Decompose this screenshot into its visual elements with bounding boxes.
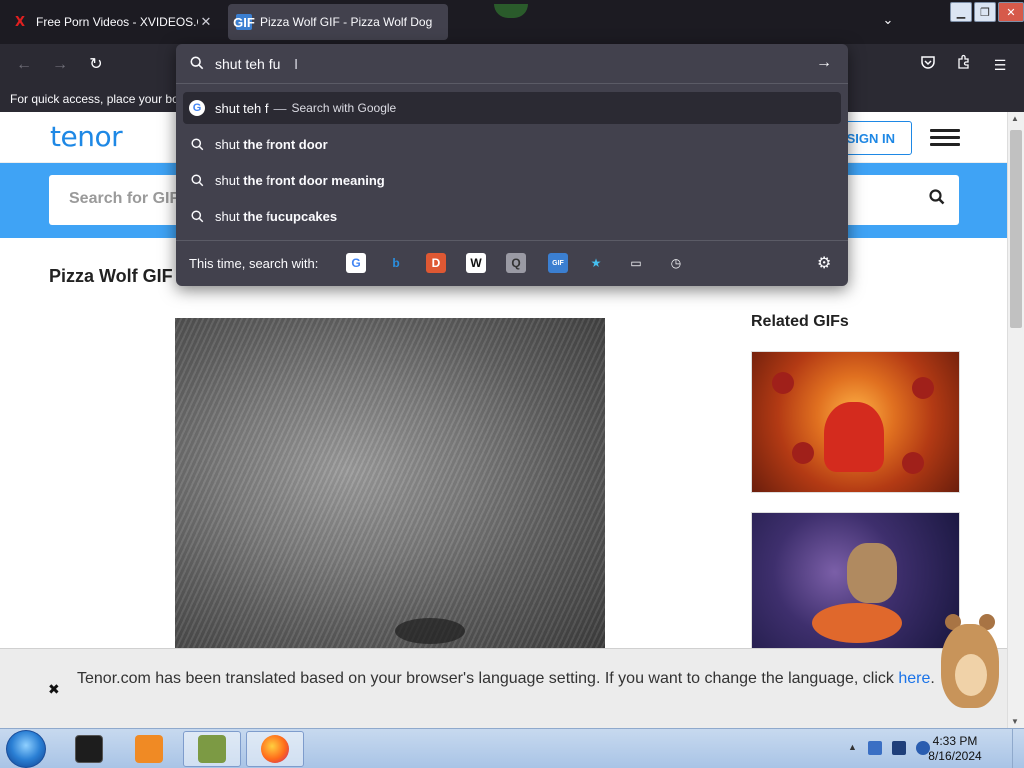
page-scrollbar[interactable]: ▲ ▼ — [1007, 112, 1024, 728]
clock-date: 8/16/2024 — [928, 749, 982, 763]
taskbar-media-player[interactable] — [120, 731, 178, 767]
pocket-icon[interactable] — [916, 54, 940, 76]
suggestion-bold-rest: ront door — [269, 136, 328, 152]
tray-network-icon[interactable] — [892, 741, 906, 755]
duckduckgo-engine-icon[interactable]: D — [426, 253, 446, 273]
taskbar-box-app[interactable] — [183, 731, 241, 767]
suggestion-item[interactable]: shut the f ucupcakes — [183, 200, 841, 232]
search-icon — [189, 136, 205, 152]
hamburger-menu-icon[interactable] — [930, 129, 960, 147]
suggestion-mid: f — [262, 172, 270, 188]
suggestion-text: shut teh f — [215, 100, 269, 116]
notice-text: Tenor.com has been translated based on y… — [77, 670, 894, 687]
tab-title: Free Porn Videos - XVIDEOS.COM — [36, 15, 198, 29]
suggestion-prefix: shut — [215, 208, 244, 224]
search-settings-gear-icon[interactable]: ⚙ — [817, 253, 831, 273]
tab-close-icon[interactable]: ✕ — [198, 14, 214, 30]
decorative-notch — [494, 4, 528, 18]
tab-pizza-wolf[interactable]: GIF Pizza Wolf GIF - Pizza Wolf Dog — [228, 4, 448, 40]
taskbar-terminal[interactable] — [60, 731, 118, 767]
close-window-button[interactable]: ✕ — [998, 2, 1024, 22]
suggestion-bold: the — [243, 136, 263, 152]
show-desktop-button[interactable] — [1012, 729, 1024, 768]
extensions-icon[interactable] — [952, 54, 976, 76]
scroll-up-icon[interactable]: ▲ — [1011, 114, 1019, 123]
related-gif-elmo-pizza[interactable] — [751, 351, 960, 493]
search-icon[interactable] — [929, 189, 945, 210]
suggestion-bold-rest: ront door meaning — [269, 172, 385, 188]
window-controls: ▁ ❐ ✕ — [950, 2, 1024, 22]
tenor-gif-engine-icon[interactable]: GIF — [548, 253, 568, 273]
search-icon — [190, 56, 204, 75]
box-app-icon — [198, 735, 226, 763]
list-all-tabs-icon[interactable]: ⌄ — [878, 12, 898, 32]
tray-expand-icon[interactable]: ▲ — [848, 742, 857, 752]
clock-time: 4:33 PM — [932, 734, 978, 748]
back-button[interactable]: ← — [12, 54, 36, 76]
xvideos-favicon-icon: X — [14, 14, 26, 30]
tenor-favicon-icon: GIF — [233, 14, 255, 30]
suggestion-separator: — — [273, 100, 287, 116]
tab-strip: X Free Porn Videos - XVIDEOS.COM ✕ GIF P… — [0, 0, 1024, 44]
suggestion-bold: the — [243, 208, 263, 224]
taskbar-firefox[interactable] — [246, 731, 304, 767]
url-bar-dropdown: shut teh fu I → G shut teh f — Search wi… — [176, 44, 848, 286]
related-gif-space-cat-pizza[interactable] — [751, 512, 960, 662]
related-gifs-heading: Related GIFs — [751, 313, 849, 330]
suggestion-mid: f — [262, 208, 270, 224]
search-icon — [189, 208, 205, 224]
suggestion-bold-rest: ucupcakes — [269, 208, 338, 224]
google-engine-icon[interactable]: G — [346, 253, 366, 273]
screen: X Free Porn Videos - XVIDEOS.COM ✕ GIF P… — [0, 0, 1024, 768]
suggestion-mid: f — [262, 136, 270, 152]
pizza-wolf-gif[interactable] — [175, 318, 605, 658]
menu-icon[interactable]: ☰ — [988, 54, 1012, 76]
google-icon: G — [189, 100, 205, 116]
search-icon — [189, 172, 205, 188]
url-input[interactable]: shut teh fu I → — [176, 44, 848, 84]
tray-app-icon[interactable] — [868, 741, 882, 755]
page-title: Pizza Wolf GIF — [49, 266, 173, 286]
firefox-icon — [261, 735, 289, 763]
one-off-search-bar: This time, search with: Gb D W Q GIF ★ ▭ ◷ ⚙ — [176, 240, 848, 286]
hamster-sticker — [935, 610, 1003, 710]
tenor-logo[interactable]: tenor — [50, 120, 123, 153]
close-notice-icon[interactable]: ✖ — [48, 681, 60, 698]
wikipedia-engine-icon[interactable]: W — [466, 253, 486, 273]
suggestion-prefix: shut — [215, 136, 244, 152]
forward-button[interactable]: → — [48, 54, 72, 76]
bing-engine-icon[interactable]: b — [386, 253, 406, 273]
suggestion-action: Search with Google — [291, 101, 397, 115]
text-cursor-icon: I — [294, 56, 299, 73]
terminal-icon — [75, 735, 103, 763]
search-with-label: This time, search with: — [189, 256, 319, 271]
notice-message: Tenor.com has been translated based on y… — [77, 667, 977, 691]
notice-here-link[interactable]: here — [898, 670, 930, 687]
system-clock[interactable]: 4:33 PM 8/16/2024 — [926, 734, 984, 764]
start-button[interactable] — [6, 730, 46, 768]
history-engine-icon[interactable]: ◷ — [666, 253, 686, 273]
suggestion-item[interactable]: shut the f ront door — [183, 128, 841, 160]
scroll-down-icon[interactable]: ▼ — [1011, 717, 1019, 726]
scrollbar-thumb[interactable] — [1010, 130, 1022, 328]
url-typed-text: shut teh fu — [215, 56, 281, 72]
tab-xvideos[interactable]: X Free Porn Videos - XVIDEOS.COM ✕ — [4, 4, 222, 40]
suggestion-prefix: shut — [215, 172, 244, 188]
bookmarks-engine-icon[interactable]: ★ — [586, 253, 606, 273]
reload-button[interactable]: ↻ — [84, 54, 108, 76]
suggestion-item[interactable]: shut the f ront door meaning — [183, 164, 841, 196]
maximize-button[interactable]: ❐ — [974, 2, 996, 22]
tabs-engine-icon[interactable]: ▭ — [626, 253, 646, 273]
engine-5-engine-icon[interactable]: Q — [506, 253, 526, 273]
media-player-icon — [135, 735, 163, 763]
minimize-button[interactable]: ▁ — [950, 2, 972, 22]
windows-taskbar: ▲ 4:33 PM 8/16/2024 — [0, 728, 1024, 768]
tab-title: Pizza Wolf GIF - Pizza Wolf Dog — [260, 15, 433, 29]
go-arrow-icon[interactable]: → — [816, 54, 832, 72]
suggestion-bold: the — [243, 172, 263, 188]
translation-notice: ✖ Tenor.com has been translated based on… — [0, 648, 1007, 728]
suggestion-search-with-google[interactable]: G shut teh f — Search with Google — [183, 92, 841, 124]
